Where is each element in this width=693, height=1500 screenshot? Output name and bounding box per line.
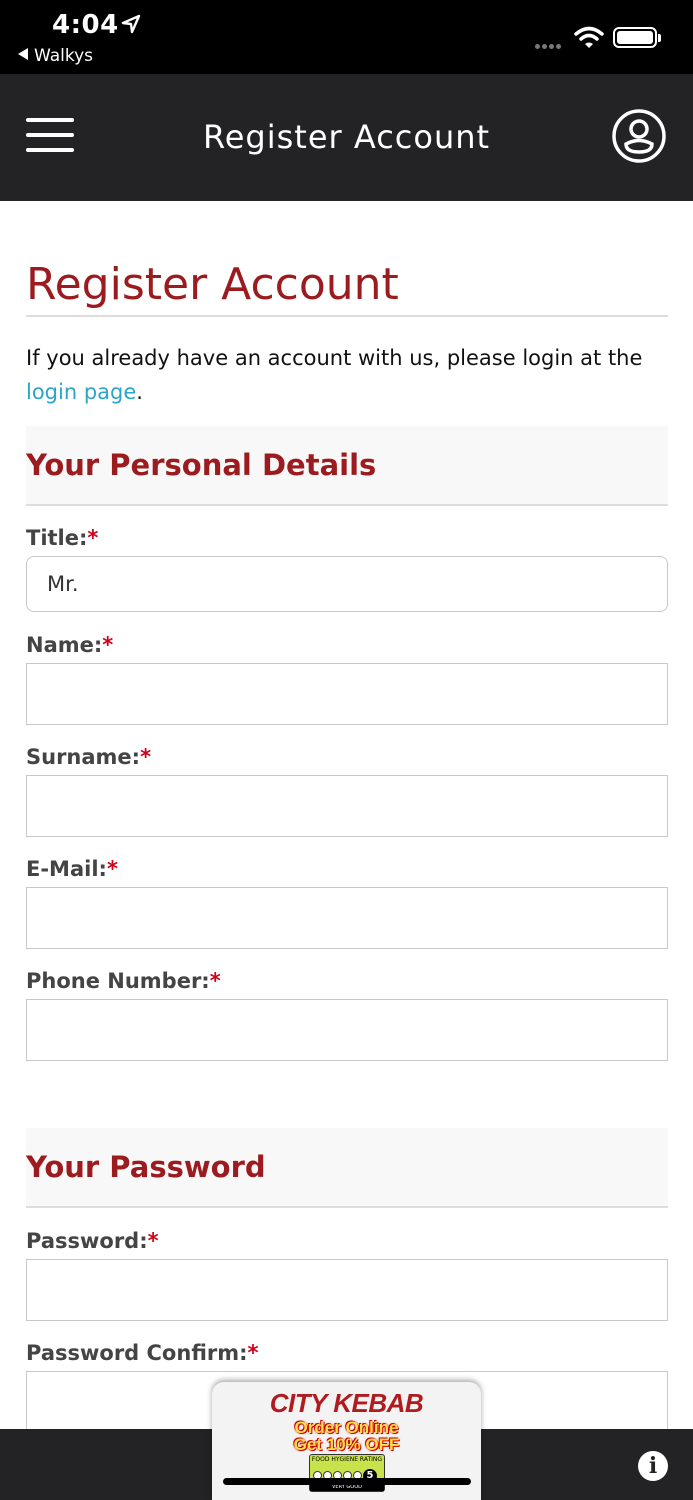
back-app-label: Walkys — [34, 46, 94, 66]
location-arrow-icon — [121, 14, 141, 34]
login-page-link[interactable]: login page — [26, 380, 136, 404]
phone-label: Phone Number:* — [26, 969, 221, 993]
title-select[interactable]: Mr. — [26, 556, 668, 612]
hygiene-title: FOOD HYGIENE RATING — [311, 1456, 383, 1463]
page-title: Register Account — [26, 259, 399, 310]
wifi-icon — [574, 26, 604, 48]
section-title: Your Password — [26, 1150, 266, 1184]
surname-label: Surname:* — [26, 745, 152, 769]
email-field[interactable] — [26, 887, 668, 949]
section-title: Your Personal Details — [26, 448, 377, 482]
intro-text-end: . — [136, 380, 143, 404]
title-label: Title:* — [26, 526, 99, 550]
cell-signal-icon — [535, 36, 563, 54]
promo-discount: Get 10% OFF — [293, 1435, 400, 1454]
name-field[interactable] — [26, 663, 668, 725]
hygiene-rating-badge: FOOD HYGIENE RATING 5 VERY GOOD — [309, 1454, 385, 1492]
phone-field[interactable] — [26, 999, 668, 1061]
divider — [26, 315, 668, 317]
home-indicator[interactable] — [223, 1478, 471, 1485]
status-time: 4:04 — [52, 10, 119, 40]
personal-details-header: Your Personal Details — [26, 426, 668, 506]
password-field[interactable] — [26, 1259, 668, 1321]
email-label: E-Mail:* — [26, 857, 118, 881]
back-to-app-link[interactable]: Walkys — [18, 46, 93, 66]
intro-text-body: If you already have an account with us, … — [26, 346, 643, 370]
password-header: Your Password — [26, 1128, 668, 1208]
surname-field[interactable] — [26, 775, 668, 837]
back-arrow-icon — [18, 48, 28, 60]
battery-icon — [613, 27, 661, 48]
intro-text: If you already have an account with us, … — [26, 341, 668, 409]
promo-brand: CITY KEBAB — [269, 1388, 424, 1418]
password-confirm-label: Password Confirm:* — [26, 1341, 259, 1365]
password-label: Password:* — [26, 1229, 159, 1253]
status-bar: 4:04 Walkys — [0, 0, 693, 74]
app-header: Register Account — [0, 74, 693, 201]
info-icon[interactable]: i — [638, 1451, 668, 1481]
name-label: Name:* — [26, 633, 114, 657]
account-icon[interactable] — [611, 108, 667, 164]
header-title: Register Account — [202, 118, 491, 156]
